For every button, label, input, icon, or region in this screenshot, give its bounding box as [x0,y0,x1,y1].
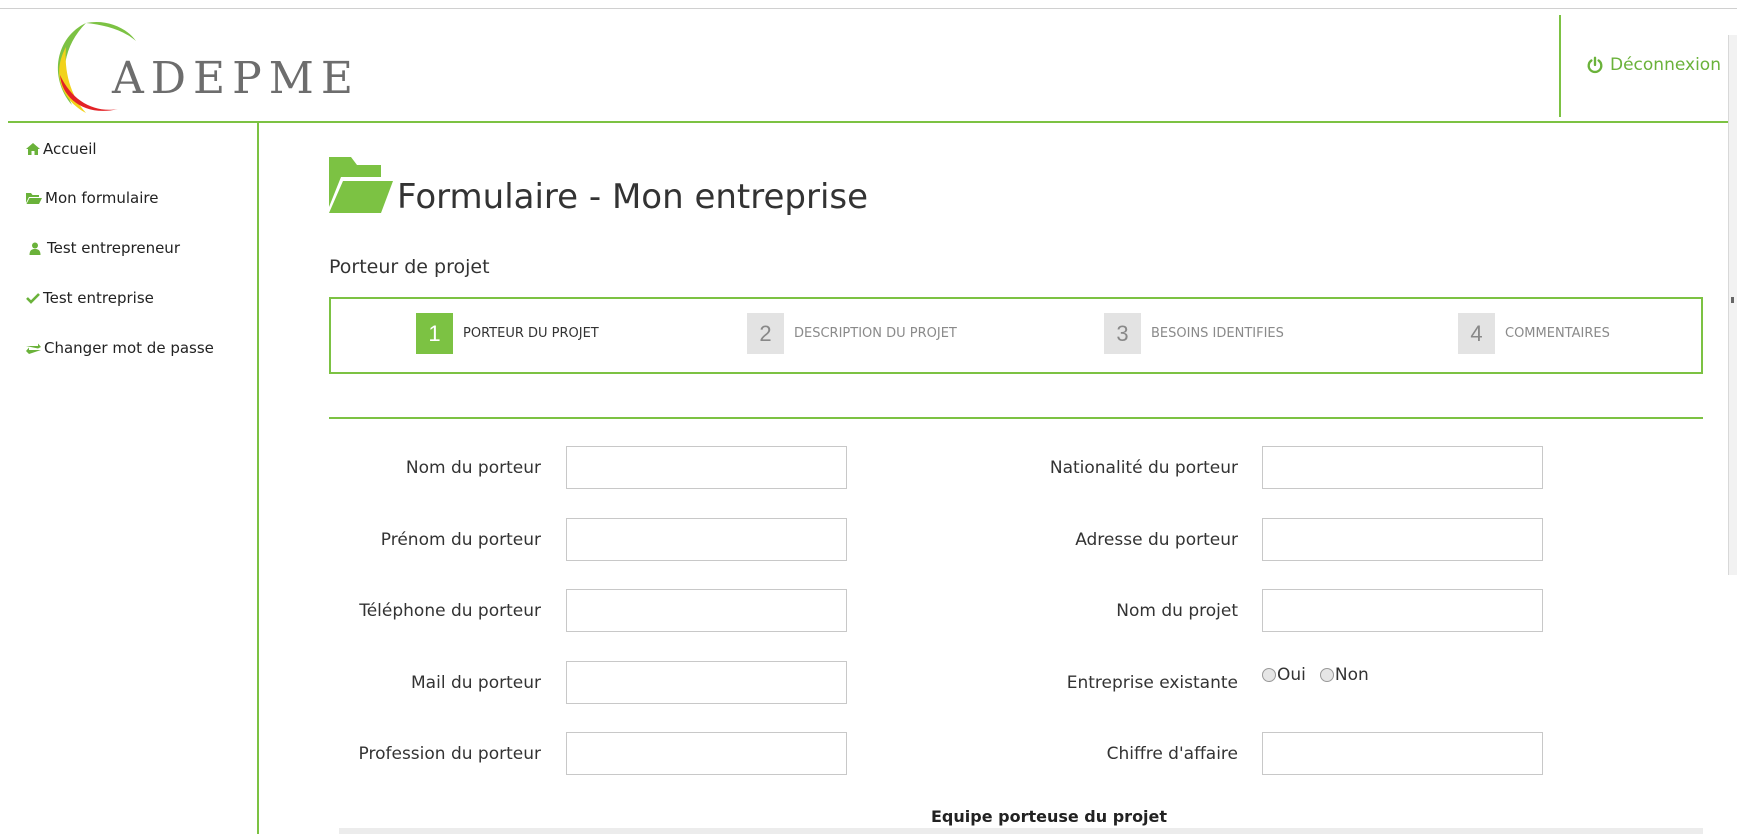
sidebar-item-label: Test entreprise [43,289,154,307]
sidebar-item-test-entreprise[interactable]: Test entreprise [26,289,154,307]
folder-open-icon [329,157,393,213]
step-number: 2 [747,313,784,354]
logout-button[interactable]: Déconnexion [1586,55,1721,75]
scrollbar[interactable] [1728,35,1737,575]
section-title: Porteur de projet [329,256,490,278]
scrollbar-grip [1731,297,1734,303]
sidebar-item-label: Test entrepreneur [47,239,180,257]
step-besoins-identifies[interactable]: 3 BESOINS IDENTIFIES [1104,313,1284,354]
step-label: BESOINS IDENTIFIES [1151,326,1284,341]
home-icon [26,143,40,155]
telephone-porteur-input[interactable] [566,589,847,632]
section-divider [329,417,1703,419]
profession-porteur-input[interactable] [566,732,847,775]
chiffre-affaire-input[interactable] [1262,732,1543,775]
step-label: DESCRIPTION DU PROJET [794,326,957,341]
swap-icon [26,343,41,354]
mail-porteur-label: Mail du porteur [411,673,541,693]
sidebar-item-label: Mon formulaire [45,189,159,207]
sidebar-item-label: Accueil [43,140,97,158]
step-number: 3 [1104,313,1141,354]
step-porteur-du-projet[interactable]: 1 PORTEUR DU PROJET [416,313,599,354]
radio-non-label: Non [1334,665,1369,685]
prenom-porteur-label: Prénom du porteur [380,530,541,550]
adresse-porteur-input[interactable] [1262,518,1543,561]
radio-oui[interactable] [1262,668,1276,682]
sidebar-item-accueil[interactable]: Accueil [26,140,97,158]
logo-text: ADEPME [112,53,360,104]
mail-porteur-input[interactable] [566,661,847,704]
adepme-logo[interactable]: ADEPME [46,17,353,117]
radio-non[interactable] [1319,668,1334,682]
step-label: COMMENTAIRES [1505,326,1610,341]
user-icon [29,242,41,255]
nom-projet-input[interactable] [1262,589,1543,632]
nom-porteur-input[interactable] [566,446,847,489]
step-description-du-projet[interactable]: 2 DESCRIPTION DU PROJET [747,313,957,354]
page-title: Formulaire - Mon entreprise [397,177,869,217]
logout-label: Déconnexion [1610,55,1721,75]
team-table-header [339,828,1703,834]
wizard-steps: 1 PORTEUR DU PROJET 2 DESCRIPTION DU PRO… [329,297,1703,374]
nom-porteur-label: Nom du porteur [405,458,541,478]
adresse-porteur-label: Adresse du porteur [1075,530,1238,550]
radio-option-non[interactable]: Non [1319,665,1369,685]
profession-porteur-label: Profession du porteur [358,744,541,764]
entreprise-existante-label: Entreprise existante [1066,673,1238,693]
nationalite-porteur-input[interactable] [1262,446,1543,489]
power-icon [1587,56,1603,74]
sidebar-item-label: Changer mot de passe [44,339,214,357]
header-separator [1559,15,1561,117]
radio-oui-label: Oui [1277,665,1306,685]
sidebar-item-test-entrepreneur[interactable]: Test entrepreneur [26,239,180,257]
step-label: PORTEUR DU PROJET [463,326,599,341]
step-number: 4 [1458,313,1495,354]
step-commentaires[interactable]: 4 COMMENTAIRES [1458,313,1610,354]
telephone-porteur-label: Téléphone du porteur [359,601,541,621]
nom-projet-label: Nom du projet [1116,601,1238,621]
header: ADEPME Déconnexion [8,9,1728,123]
team-section-title: Equipe porteuse du projet [931,807,1168,826]
sidebar-item-changer-mot-de-passe[interactable]: Changer mot de passe [26,339,214,357]
entreprise-existante-radio-group: Oui Non [1262,665,1379,685]
radio-option-oui[interactable]: Oui [1262,665,1306,685]
nationalite-porteur-label: Nationalité du porteur [1049,458,1238,478]
chiffre-affaire-label: Chiffre d'affaire [1106,744,1238,764]
sidebar-item-mon-formulaire[interactable]: Mon formulaire [26,189,158,207]
check-icon [26,293,40,304]
sidebar: Accueil Mon formulaire Test entrepreneur… [8,123,259,834]
prenom-porteur-input[interactable] [566,518,847,561]
folder-open-icon [26,193,42,204]
step-number: 1 [416,313,453,354]
